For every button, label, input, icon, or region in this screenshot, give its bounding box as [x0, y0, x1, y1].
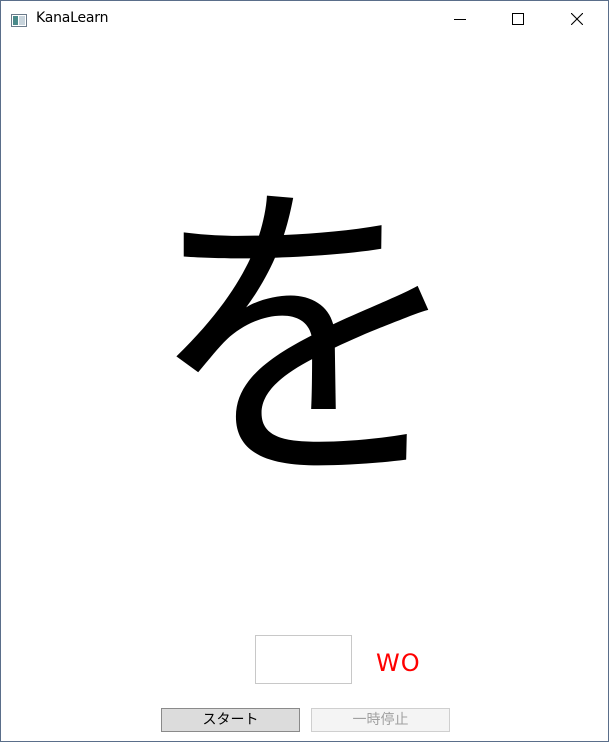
kana-glyph: を [146, 155, 466, 527]
start-button[interactable]: スタート [161, 708, 300, 732]
minimize-button[interactable] [432, 1, 490, 37]
close-button[interactable] [549, 1, 607, 37]
pause-button[interactable]: 一時停止 [311, 708, 450, 732]
kana-character: を [146, 155, 466, 491]
close-icon [571, 13, 583, 25]
kana-display: を [141, 151, 471, 527]
romaji-hint: WO [376, 649, 421, 677]
maximize-icon [512, 13, 524, 25]
app-window-icon [11, 12, 27, 27]
minimize-icon [454, 19, 466, 20]
window-title: KanaLearn [36, 10, 109, 26]
app-window: KanaLearn を WO スタート 一時停止 [0, 0, 609, 742]
answer-input[interactable] [255, 635, 352, 684]
title-bar[interactable]: KanaLearn [1, 1, 608, 37]
maximize-button[interactable] [490, 1, 548, 37]
